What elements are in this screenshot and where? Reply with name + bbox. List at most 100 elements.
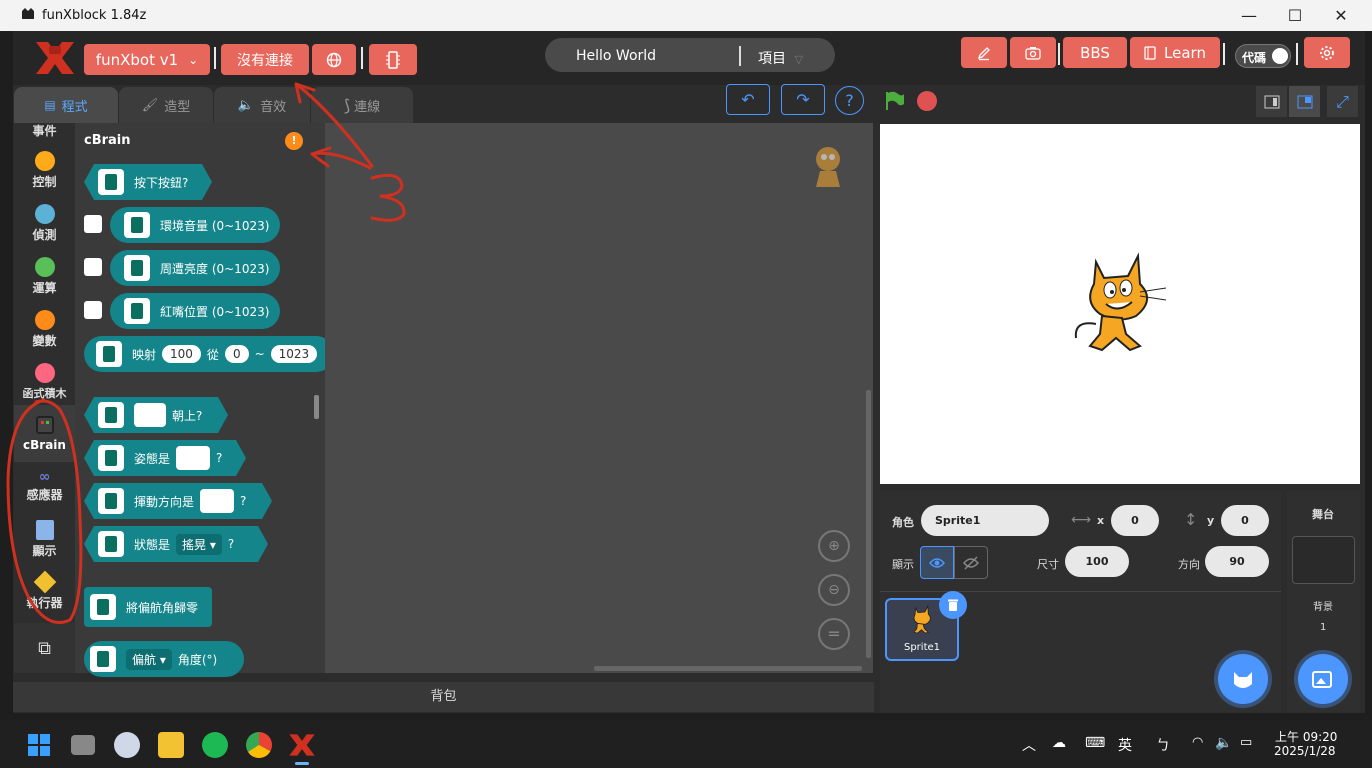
zoom-out-button[interactable]: ⊖: [818, 574, 850, 606]
spotify-icon[interactable]: [202, 732, 228, 758]
sprite-label: 角色: [892, 516, 914, 529]
taskbar-time[interactable]: 上午 09:20: [1275, 728, 1337, 745]
learn-button[interactable]: Learn: [1130, 37, 1220, 68]
windows-start-icon[interactable]: [27, 733, 51, 757]
zoom-in-icon: ⊕: [828, 538, 840, 554]
hide-sprite-button[interactable]: [954, 546, 988, 579]
project-title-input[interactable]: Hello World: [576, 48, 656, 64]
wifi-icon[interactable]: ◠: [1192, 735, 1203, 750]
app-logo-icon: [22, 8, 34, 19]
taskbar-date[interactable]: 2025/1/28: [1274, 744, 1336, 758]
close-button[interactable]: ✕: [1318, 0, 1364, 31]
redo-button[interactable]: ↷: [781, 84, 825, 115]
chevron-down-icon: ▽: [794, 53, 803, 66]
fullscreen-icon: ⤢: [1336, 91, 1349, 111]
sprite-watermark-icon: [816, 147, 840, 187]
code-toggle-label: 代碼: [1242, 51, 1267, 65]
volume-icon[interactable]: 🔈: [1215, 735, 1232, 751]
direction-label: 方向: [1178, 558, 1200, 571]
stage-thumbnail[interactable]: [1292, 536, 1355, 584]
menu-divider: [1223, 43, 1225, 65]
zoom-in-button[interactable]: ⊕: [818, 530, 850, 562]
add-sprite-button[interactable]: [1218, 654, 1268, 704]
funxblock-taskbar-icon[interactable]: [288, 732, 316, 758]
stage-title: 舞台: [1312, 508, 1334, 521]
cat-add-icon: [1234, 672, 1252, 688]
chrome-icon[interactable]: [246, 732, 272, 758]
y-label: y: [1207, 514, 1215, 527]
active-app-indicator: [295, 762, 309, 765]
cat-sprite-icon[interactable]: [1066, 250, 1170, 358]
normal-stage-icon: [1297, 95, 1312, 108]
battery-icon[interactable]: ▭: [1240, 735, 1252, 750]
workspace-vscrollbar[interactable]: [866, 390, 871, 658]
redo-icon: ↷: [796, 90, 810, 109]
cat-thumbnail-icon: [913, 604, 931, 634]
horizontal-arrows-icon: ⟷: [1071, 512, 1092, 528]
sprite-size-input[interactable]: 100: [1065, 546, 1129, 577]
minimize-button[interactable]: —: [1226, 0, 1272, 31]
zoom-reset-button[interactable]: =: [818, 618, 850, 650]
task-view-icon[interactable]: [71, 735, 95, 755]
ime-icon[interactable]: ㄅ: [1156, 735, 1170, 755]
annotation-number: 3: [0, 0, 1, 1]
project-menu[interactable]: 項目 ▽: [758, 48, 803, 68]
eye-icon: [929, 557, 945, 568]
toggle-knob: [1272, 48, 1288, 64]
menu-divider: [1296, 43, 1298, 65]
code-toggle[interactable]: 代碼: [1235, 44, 1291, 68]
project-divider: [739, 46, 741, 66]
keyboard-icon[interactable]: ⌨: [1085, 735, 1105, 751]
window-titlebar: funXblock 1.84z — ☐ ✕: [0, 0, 1372, 31]
backpack-panel[interactable]: 背包: [13, 682, 874, 712]
pencil-icon: [977, 46, 990, 60]
chevron-up-icon[interactable]: ︿: [1022, 735, 1036, 755]
sprite-y-input[interactable]: 0: [1221, 505, 1269, 536]
sprite-x-input[interactable]: 0: [1111, 505, 1159, 536]
cloud-icon[interactable]: ☁: [1052, 735, 1066, 751]
zoom-out-icon: ⊖: [828, 582, 840, 598]
backdrop-label: 背景: [1313, 602, 1333, 613]
bbs-button[interactable]: BBS: [1063, 37, 1127, 68]
delete-sprite-button[interactable]: [939, 591, 967, 619]
help-button[interactable]: ?: [835, 86, 864, 115]
trash-icon: [948, 599, 958, 611]
image-add-icon: [1312, 671, 1332, 688]
screenshot-button[interactable]: [1010, 37, 1056, 68]
menu-divider: [1058, 43, 1060, 65]
sprite-direction-input[interactable]: 90: [1205, 546, 1269, 577]
file-explorer-icon[interactable]: [158, 732, 184, 758]
ime-mode[interactable]: 英: [1118, 735, 1132, 755]
gear-icon: [1320, 45, 1334, 60]
backdrop-count: 1: [1320, 622, 1327, 633]
user-avatar-icon[interactable]: [114, 732, 140, 758]
small-stage-icon: [1264, 95, 1279, 108]
small-stage-button[interactable]: [1256, 86, 1287, 117]
camera-icon: [1025, 46, 1041, 60]
edit-button[interactable]: [961, 37, 1007, 68]
book-icon: [1144, 45, 1156, 60]
normal-stage-button[interactable]: [1289, 86, 1320, 117]
help-icon: ?: [845, 91, 854, 110]
undo-icon: ↶: [741, 90, 755, 109]
undo-button[interactable]: ↶: [726, 84, 770, 115]
panel-divider: [880, 591, 1281, 592]
eye-off-icon: [963, 555, 979, 570]
x-label: x: [1097, 514, 1105, 527]
handwritten-annotation: [6, 82, 406, 624]
green-flag-icon[interactable]: [884, 90, 906, 112]
settings-button[interactable]: [1304, 37, 1350, 68]
size-label: 尺寸: [1037, 558, 1059, 571]
show-label: 顯示: [892, 558, 914, 571]
show-sprite-button[interactable]: [920, 546, 954, 579]
project-menu-label: 項目: [758, 51, 786, 67]
workspace-hscrollbar[interactable]: [594, 666, 862, 671]
learn-label: Learn: [1164, 43, 1206, 62]
add-backdrop-button[interactable]: [1298, 654, 1348, 704]
maximize-button[interactable]: ☐: [1272, 0, 1318, 31]
stop-icon[interactable]: [917, 91, 937, 111]
vertical-arrows-icon: ↕: [1184, 510, 1198, 529]
fullscreen-button[interactable]: ⤢: [1327, 86, 1358, 117]
sprite-name-input[interactable]: Sprite1: [921, 505, 1049, 536]
window-title: funXblock 1.84z: [42, 8, 147, 23]
